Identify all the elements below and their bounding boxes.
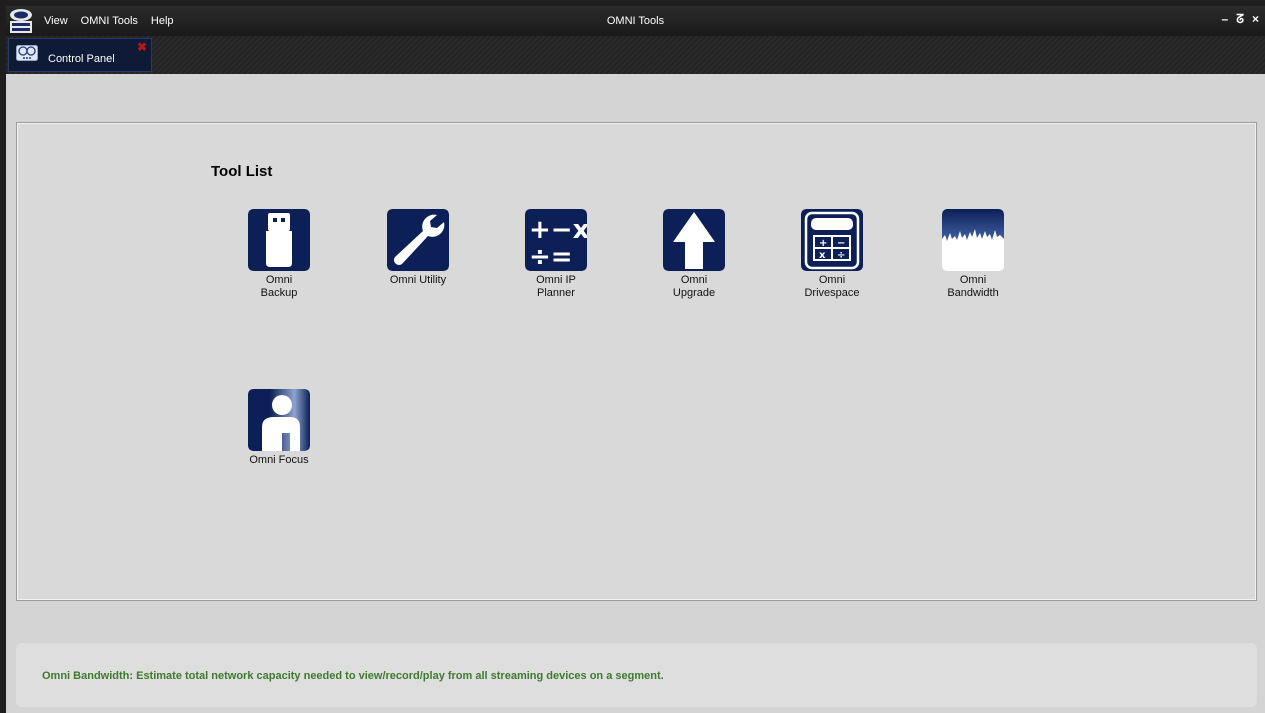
tool-omni-backup[interactable]: Omni Backup — [234, 209, 324, 300]
wrench-icon — [387, 209, 449, 271]
close-button[interactable]: × — [1252, 12, 1259, 27]
tool-label: Omni Focus — [249, 454, 309, 466]
person-focus-icon — [248, 389, 310, 451]
minimize-button[interactable]: – — [1222, 12, 1229, 27]
tab-label: Control Panel — [48, 53, 115, 65]
app-window: View OMNI Tools Help OMNI Tools – ᘔ × Co… — [6, 6, 1265, 713]
svg-text:÷: ÷ — [837, 250, 845, 261]
tab-close-icon[interactable]: ✖ — [137, 40, 147, 54]
tool-label: Omni Utility — [389, 274, 447, 286]
tool-label: Omni IP Planner — [536, 274, 576, 299]
waveform-icon — [942, 209, 1004, 271]
tool-omni-drivespace[interactable]: + − x ÷ Omni Drivespace — [787, 209, 877, 300]
restore-button[interactable]: ᘔ — [1236, 12, 1244, 27]
window-title: OMNI Tools — [606, 15, 665, 27]
calculator-icon: + − x ÷ — [801, 209, 863, 271]
title-bar: View OMNI Tools Help OMNI Tools – ᘔ × — [6, 6, 1265, 36]
tool-list-heading: Tool List — [211, 163, 273, 180]
up-arrow-icon — [663, 209, 725, 271]
control-panel-icon — [16, 45, 38, 61]
svg-text:x: x — [819, 250, 826, 261]
svg-text:÷=: ÷= — [529, 242, 573, 271]
tool-label: Omni Backup — [260, 274, 298, 299]
usb-drive-icon — [248, 209, 310, 271]
tool-label: Omni Upgrade — [672, 274, 716, 299]
window-controls: – ᘔ × — [1222, 12, 1259, 27]
status-bar: Omni Bandwidth: Estimate total network c… — [16, 643, 1257, 707]
tab-strip: Control Panel ✖ — [6, 36, 1265, 74]
math-operators-icon: +−x ÷= — [525, 209, 587, 271]
tool-omni-ip-planner[interactable]: +−x ÷= Omni IP Planner — [511, 209, 601, 300]
tool-omni-utility[interactable]: Omni Utility — [373, 209, 463, 287]
svg-text:+: + — [819, 238, 827, 249]
svg-text:−: − — [837, 238, 845, 249]
tab-control-panel[interactable]: Control Panel ✖ — [8, 38, 152, 72]
status-message: Omni Bandwidth: Estimate total network c… — [42, 670, 664, 682]
tool-label: Omni Bandwidth — [947, 274, 999, 299]
tool-omni-upgrade[interactable]: Omni Upgrade — [649, 209, 739, 300]
tool-omni-bandwidth[interactable]: Omni Bandwidth — [928, 209, 1018, 300]
tool-list-panel: Tool List Omni Backup Omni Utility +−x ÷… — [16, 122, 1257, 601]
svg-text:+−x: +−x — [529, 215, 587, 245]
tool-label: Omni Drivespace — [804, 274, 860, 299]
tool-omni-focus[interactable]: Omni Focus — [234, 389, 324, 467]
